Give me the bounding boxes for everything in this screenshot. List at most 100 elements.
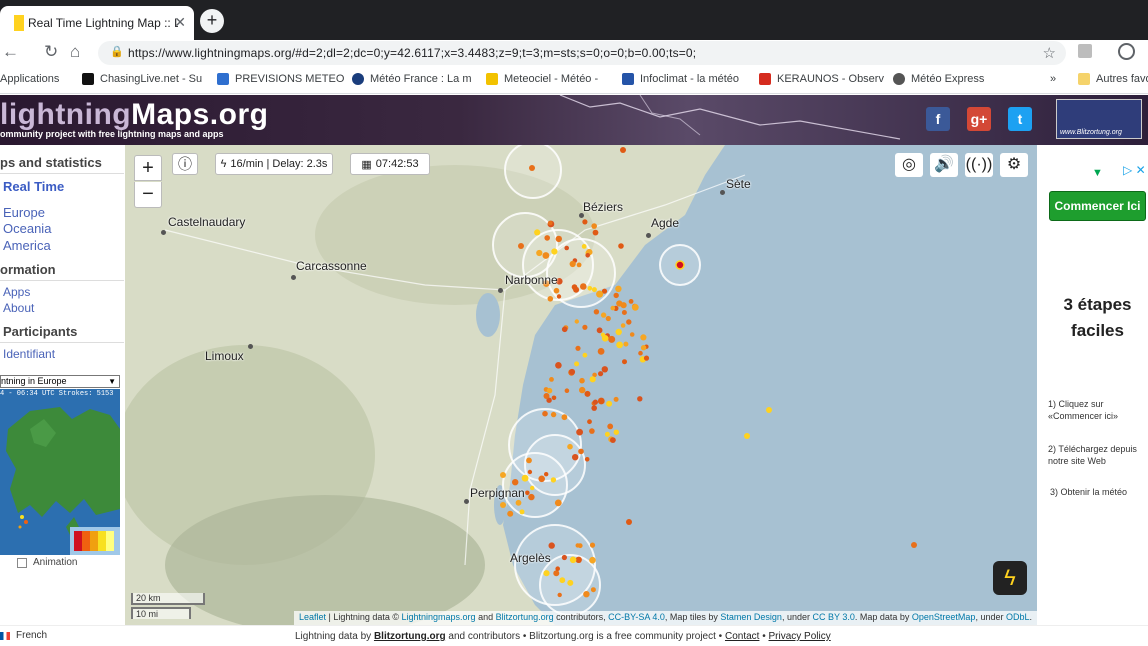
tab-close-icon[interactable]: ✕ [174, 14, 186, 31]
bookmark-applications[interactable]: Applications [0, 73, 59, 85]
odbl-link[interactable]: ODbL [1006, 612, 1030, 622]
home-icon[interactable]: ⌂ [70, 42, 80, 62]
language-selector[interactable]: French [0, 630, 47, 641]
strike-point [548, 542, 555, 549]
strike-point [572, 454, 579, 461]
stamen-link[interactable]: Stamen Design [720, 612, 782, 622]
sidebar-item-oceania[interactable]: Oceania [3, 221, 51, 236]
strike-point [596, 327, 603, 334]
site-logo[interactable]: lightningMaps.org [0, 98, 268, 132]
strike-point [638, 350, 643, 356]
strike-point [561, 554, 567, 561]
blitzortung-logo[interactable]: www.Blitzortung.org [1056, 99, 1142, 139]
divider [0, 173, 124, 174]
info-icon[interactable]: ⓘ [172, 153, 198, 175]
strike-point [567, 443, 573, 450]
strike-point [574, 319, 579, 324]
strike-point [591, 405, 597, 411]
contact-link[interactable]: Contact [725, 631, 759, 642]
zoom-out-button[interactable]: − [134, 182, 162, 208]
lightning-mode-button[interactable]: ϟ [993, 561, 1027, 595]
openstreetmap-link[interactable]: OpenStreetMap [912, 612, 976, 622]
strike-point [538, 475, 545, 483]
sound-icon[interactable]: 🔊 [930, 153, 958, 177]
lightning-map[interactable]: + − ⓘ ϟ 16/min | Delay: 2.3s ▦ 07:42:53 ◎ … [125, 145, 1037, 625]
previsions-icon [217, 73, 229, 85]
advertisement: ▼ ▷ ✕ Commencer Ici 3 étapes faciles 1) … [1037, 145, 1148, 625]
bookmark-star-icon[interactable]: ☆ [1043, 44, 1056, 62]
cc-by-link[interactable]: CC BY 3.0 [812, 612, 854, 622]
profile-icon[interactable] [1118, 43, 1135, 60]
extension-icon[interactable] [1078, 44, 1092, 58]
strike-point [529, 165, 535, 171]
address-bar[interactable]: 🔒 https://www.lightningmaps.org/#d=2;dl=… [98, 41, 1066, 65]
ad-start-button[interactable]: Commencer Ici [1049, 191, 1146, 221]
animation-toggle[interactable]: Animation [17, 557, 77, 568]
bookmark-other-folder[interactable]: Autres favo [1078, 73, 1148, 85]
locate-icon[interactable]: ◎ [895, 153, 923, 177]
strike-point [766, 407, 772, 413]
strike-point [574, 361, 580, 367]
strike-point [559, 577, 566, 584]
strike-point [544, 235, 550, 241]
strike-point [576, 428, 583, 436]
bookmark-previsions-meteo[interactable]: PREVISIONS METEO [217, 73, 344, 85]
bookmark-meteo-express[interactable]: Météo Express [893, 73, 984, 85]
bookmark-keraunos[interactable]: KERAUNOS - Observ [759, 73, 884, 85]
strike-point [607, 423, 614, 430]
sidebar-item-europe[interactable]: Europe [3, 205, 45, 220]
url-text[interactable]: https://www.lightningmaps.org/#d=2;dl=2;… [128, 46, 696, 60]
cc-by-sa-link[interactable]: CC-BY-SA 4.0 [608, 612, 665, 622]
strike-point [561, 414, 568, 421]
strike-point [589, 376, 596, 383]
reload-icon[interactable]: ↻ [44, 42, 58, 62]
bookmark-meteo-france[interactable]: Météo France : La m [352, 73, 472, 85]
ad-play-icon[interactable]: ▼ [1092, 167, 1103, 179]
bookmark-meteociel[interactable]: Meteociel - Météo - [486, 73, 598, 85]
region-select[interactable]: ntning in Europe ▼ [0, 375, 120, 388]
europe-mini-map[interactable]: 4 - 06:34 UTC Strokes: 5153 [0, 389, 120, 555]
twitter-icon[interactable]: t [1008, 107, 1032, 131]
strike-point [518, 243, 524, 249]
new-tab-button[interactable]: + [200, 9, 224, 33]
sidebar-item-identifiant[interactable]: Identifiant [3, 347, 55, 361]
privacy-policy-link[interactable]: Privacy Policy [769, 631, 831, 642]
sidebar-item-apps[interactable]: Apps [3, 285, 30, 299]
maps-statistics-heading: ps and statistics [0, 155, 102, 170]
browser-tab[interactable]: Real Time Lightning Map :: Lightn ✕ [0, 6, 194, 40]
bookmark-infoclimat[interactable]: Infoclimat - la météo [622, 73, 739, 85]
google-plus-icon[interactable]: g+ [967, 107, 991, 131]
strike-point [621, 310, 627, 315]
strike-point [620, 147, 626, 153]
footer-blitzortung-link[interactable]: Blitzortung.org [374, 631, 446, 642]
bookmarks-overflow-button[interactable]: » [1050, 73, 1056, 85]
strike-point [549, 377, 554, 382]
sidebar-item-about[interactable]: About [3, 301, 34, 315]
lagoon [476, 293, 500, 337]
ad-close-icon[interactable]: ▷ ✕ [1123, 163, 1146, 177]
animation-checkbox[interactable] [17, 557, 27, 568]
bookmark-chasinglive[interactable]: ChasingLive.net - Su [82, 73, 202, 85]
blitzortung-link[interactable]: Blitzortung.org [496, 612, 554, 622]
leaflet-link[interactable]: Leaflet [299, 612, 326, 622]
back-arrow-icon[interactable]: ← [2, 42, 19, 62]
strike-point [578, 448, 584, 455]
strike-point [637, 396, 643, 402]
french-flag-icon [0, 631, 10, 640]
strike-point [583, 591, 590, 598]
facebook-icon[interactable]: f [926, 107, 950, 131]
settings-gear-icon[interactable]: ⚙ [1000, 153, 1028, 177]
strike-point [546, 387, 553, 394]
sidebar-item-real-time[interactable]: Real Time [3, 179, 64, 194]
city-label-sete: Sète [726, 177, 751, 191]
lightningmaps-link[interactable]: Lightningmaps.org [402, 612, 476, 622]
strike-point [564, 388, 570, 393]
zoom-in-button[interactable]: + [134, 155, 162, 181]
strike-point [543, 570, 550, 577]
site-favicon-icon [14, 15, 24, 31]
strike-point [555, 235, 562, 243]
stations-icon[interactable]: ((·)) [965, 153, 993, 177]
sidebar-item-america[interactable]: America [3, 238, 51, 253]
footer-text: Lightning data by Blitzortung.org and co… [295, 631, 831, 642]
city-label-castelnaudary: Castelnaudary [168, 215, 246, 229]
